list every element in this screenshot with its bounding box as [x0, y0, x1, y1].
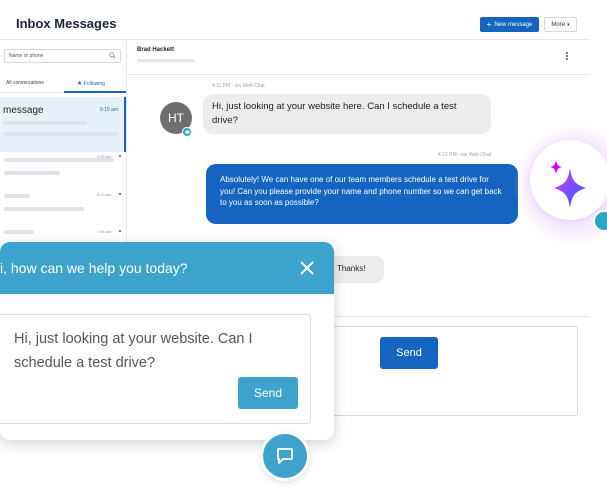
- tab-active-indicator: [64, 91, 126, 93]
- preview-placeholder: [4, 207, 84, 211]
- chat-widget: i, how can we help you today? Hi, just l…: [0, 242, 334, 440]
- chat-channel-icon: [182, 127, 192, 137]
- incoming-message: Hi, just looking at your website here. C…: [203, 94, 491, 134]
- search-input[interactable]: Name or phone: [4, 49, 121, 63]
- sparkle-icon: [550, 160, 586, 208]
- preview-placeholder: [3, 121, 87, 125]
- widget-message-input[interactable]: Hi, just looking at your website. Can I …: [0, 314, 311, 424]
- plus-icon: +: [486, 19, 492, 29]
- tab-following[interactable]: ★ Following: [77, 80, 105, 87]
- unread-dot: [119, 230, 121, 232]
- conversation-time: 9:55 am: [97, 154, 112, 159]
- unread-dot: [119, 155, 121, 157]
- contact-name: Brad Hackett: [137, 47, 175, 53]
- chat-bubble-icon: [277, 448, 293, 464]
- more-button[interactable]: More ▾: [544, 17, 577, 32]
- message-input[interactable]: [330, 326, 578, 416]
- widget-greeting: i, how can we help you today?: [0, 260, 188, 276]
- conversation-time: 9:15 am: [99, 107, 118, 113]
- conversation-preview: message: [3, 105, 44, 116]
- list-tabs: All conversations ★ Following: [0, 73, 127, 93]
- widget-send-button[interactable]: Send: [238, 377, 298, 409]
- chevron-down-icon: ▾: [567, 21, 570, 28]
- widget-header: i, how can we help you today?: [0, 242, 334, 294]
- chat-launcher-button[interactable]: [260, 431, 310, 481]
- message-meta: 4:12 PM - via Web Chat: [438, 152, 491, 158]
- star-icon: ★: [77, 81, 83, 87]
- chat-header: Brad Hackett: [127, 40, 590, 75]
- send-button[interactable]: Send: [380, 337, 438, 369]
- more-options-icon[interactable]: [564, 51, 570, 61]
- preview-placeholder: [4, 194, 30, 198]
- conversation-item-active[interactable]: message 9:15 am: [0, 97, 126, 152]
- new-message-button[interactable]: + New message: [480, 17, 539, 32]
- inbox-app: Inbox Messages + New message More ▾ Name…: [0, 0, 607, 487]
- preview-placeholder: [4, 230, 34, 234]
- tab-following-label: Following: [83, 81, 105, 87]
- search-icon: [109, 52, 116, 59]
- more-label: More: [551, 21, 566, 28]
- outgoing-message: Absolutely! We can have one of our team …: [206, 164, 518, 224]
- preview-placeholder: [3, 132, 119, 136]
- preview-placeholder: [4, 171, 60, 175]
- search-placeholder: Name or phone: [9, 53, 44, 59]
- incoming-message: Thanks!: [327, 256, 384, 283]
- conversation-time: 7:56 am: [97, 229, 112, 234]
- tab-all-conversations[interactable]: All conversations: [6, 80, 44, 86]
- new-message-label: New message: [494, 21, 533, 28]
- ai-assistant-button[interactable]: [530, 140, 607, 220]
- top-bar: Inbox Messages + New message More ▾: [0, 0, 590, 40]
- widget-message-text: Hi, just looking at your website. Can I …: [14, 331, 253, 371]
- conversation-list: Name or phone All conversations ★ Follow…: [0, 40, 127, 245]
- contact-detail-placeholder: [137, 59, 195, 62]
- message-meta: 4:11 PM - via Web Chat: [212, 83, 265, 89]
- close-icon[interactable]: [299, 260, 315, 276]
- unread-dot: [119, 193, 121, 195]
- page-title: Inbox Messages: [16, 16, 117, 31]
- conversation-time: 8:19 am: [97, 192, 112, 197]
